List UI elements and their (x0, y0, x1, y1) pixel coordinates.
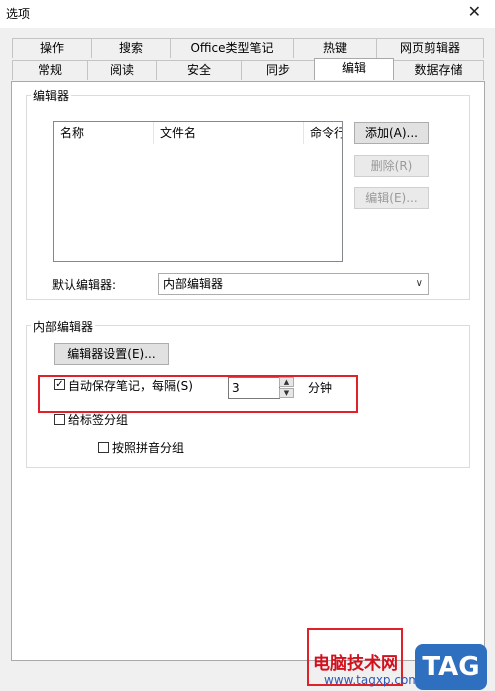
delete-editor-button[interactable]: 删除(R) (354, 155, 429, 177)
tab-security[interactable]: 安全 (156, 60, 242, 80)
default-editor-select[interactable]: 内部编辑器 ∨ (158, 273, 429, 295)
watermark-url: www.tagxp.com (324, 673, 420, 687)
internal-editor-group-label: 内部编辑器 (31, 318, 96, 335)
tab-reading[interactable]: 阅读 (87, 60, 157, 80)
editor-settings-button[interactable]: 编辑器设置(E)... (54, 343, 169, 365)
default-editor-value: 内部编辑器 (163, 277, 224, 291)
default-editor-label: 默认编辑器: (52, 278, 117, 292)
group-by-pinyin-label: 按照拼音分组 (112, 441, 185, 455)
tab-edit[interactable]: 编辑 (314, 58, 394, 80)
group-by-tag-checkbox[interactable] (54, 414, 65, 425)
column-header-commandline[interactable]: 命令行 (304, 122, 342, 144)
column-header-filename[interactable]: 文件名 (154, 122, 304, 144)
window-title: 选项 (6, 7, 31, 21)
tab-general[interactable]: 常规 (12, 60, 88, 80)
tab-data-storage[interactable]: 数据存储 (393, 60, 484, 80)
column-header-name[interactable]: 名称 (54, 122, 154, 144)
tab-web-clipper[interactable]: 网页剪辑器 (376, 38, 484, 58)
tab-panel-edit: 编辑器 名称 文件名 命令行 添加(A)... 删除(R) 编辑(E)... 默… (11, 81, 485, 661)
watermark-site-name: 电脑技术网 (313, 654, 398, 674)
tab-operations[interactable]: 操作 (12, 38, 92, 58)
tab-hotkeys[interactable]: 热键 (293, 38, 377, 58)
tab-search[interactable]: 搜索 (91, 38, 171, 58)
chevron-down-icon: ∨ (415, 278, 423, 289)
editors-group-label: 编辑器 (31, 87, 72, 104)
highlight-autosave-box (38, 375, 358, 413)
tag-logo: TAG (415, 644, 487, 690)
editors-listbox[interactable]: 名称 文件名 命令行 (53, 121, 343, 262)
group-by-tag-label: 给标签分组 (68, 413, 129, 427)
title-bar: 选项 ✕ (0, 0, 495, 28)
close-icon[interactable]: ✕ (468, 2, 481, 21)
group-by-pinyin-checkbox[interactable] (98, 442, 109, 453)
tab-office-notes[interactable]: Office类型笔记 (170, 38, 294, 58)
edit-editor-button[interactable]: 编辑(E)... (354, 187, 429, 209)
add-editor-button[interactable]: 添加(A)... (354, 122, 429, 144)
tab-sync[interactable]: 同步 (241, 60, 315, 80)
